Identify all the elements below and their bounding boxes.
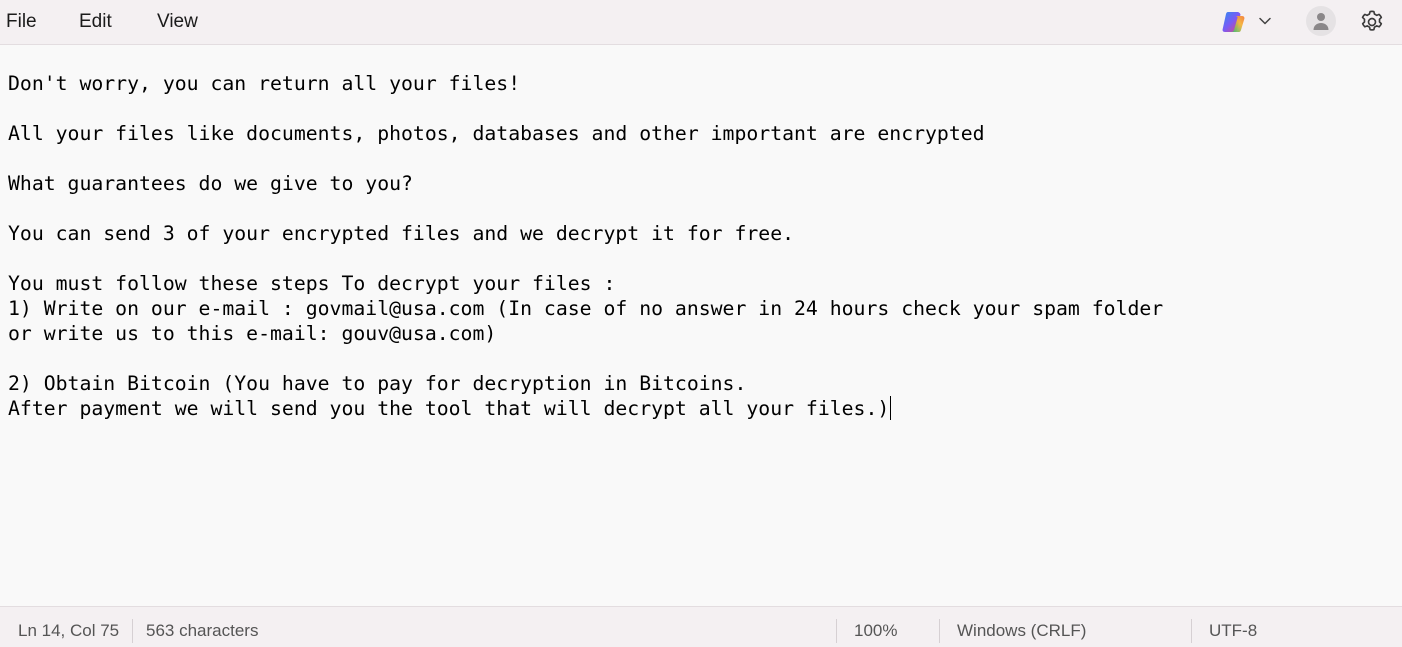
text-line: After payment we will send you the tool … [8,397,890,420]
gear-icon [1361,10,1383,31]
text-line: What guarantees do we give to you? [8,172,413,195]
notepad-window: File Edit View Don't worry, you can retu… [0,0,1402,647]
chevron-down-icon [1259,17,1271,25]
text-line: 2) Obtain Bitcoin (You have to pay for d… [8,372,747,395]
text-caret [890,396,892,420]
user-icon [1313,13,1329,30]
text-editor[interactable]: Don't worry, you can return all your fil… [0,46,1402,606]
text-line: 1) Write on our e-mail : govmail@usa.com… [8,297,1164,320]
zoom-level[interactable]: 100% [854,621,897,641]
status-divider [939,619,940,643]
text-line: or write us to this e-mail: gouv@usa.com… [8,322,497,345]
menu-edit[interactable]: Edit [79,10,112,34]
settings-button[interactable] [1358,8,1386,36]
text-line: You can send 3 of your encrypted files a… [8,222,795,245]
document-text[interactable]: Don't worry, you can return all your fil… [8,71,1163,421]
text-line: All your files like documents, photos, d… [8,122,985,145]
character-count: 563 characters [146,621,259,640]
copilot-button[interactable] [1218,7,1282,37]
status-divider [132,619,133,643]
status-divider [1191,619,1192,643]
account-button[interactable] [1306,6,1336,36]
cursor-position[interactable]: Ln 14, Col 75 [18,621,119,641]
copilot-icon [1222,12,1245,32]
menu-bar: File Edit View [0,0,1402,45]
line-ending[interactable]: Windows (CRLF) [957,621,1086,641]
menu-file[interactable]: File [6,10,37,34]
menu-view[interactable]: View [157,10,198,34]
text-line: Don't worry, you can return all your fil… [8,72,521,95]
encoding[interactable]: UTF-8 [1209,621,1257,641]
status-divider [836,619,837,643]
text-line: You must follow these steps To decrypt y… [8,272,616,295]
status-bar: Ln 14, Col 75 563 characters 100% Window… [0,606,1402,647]
